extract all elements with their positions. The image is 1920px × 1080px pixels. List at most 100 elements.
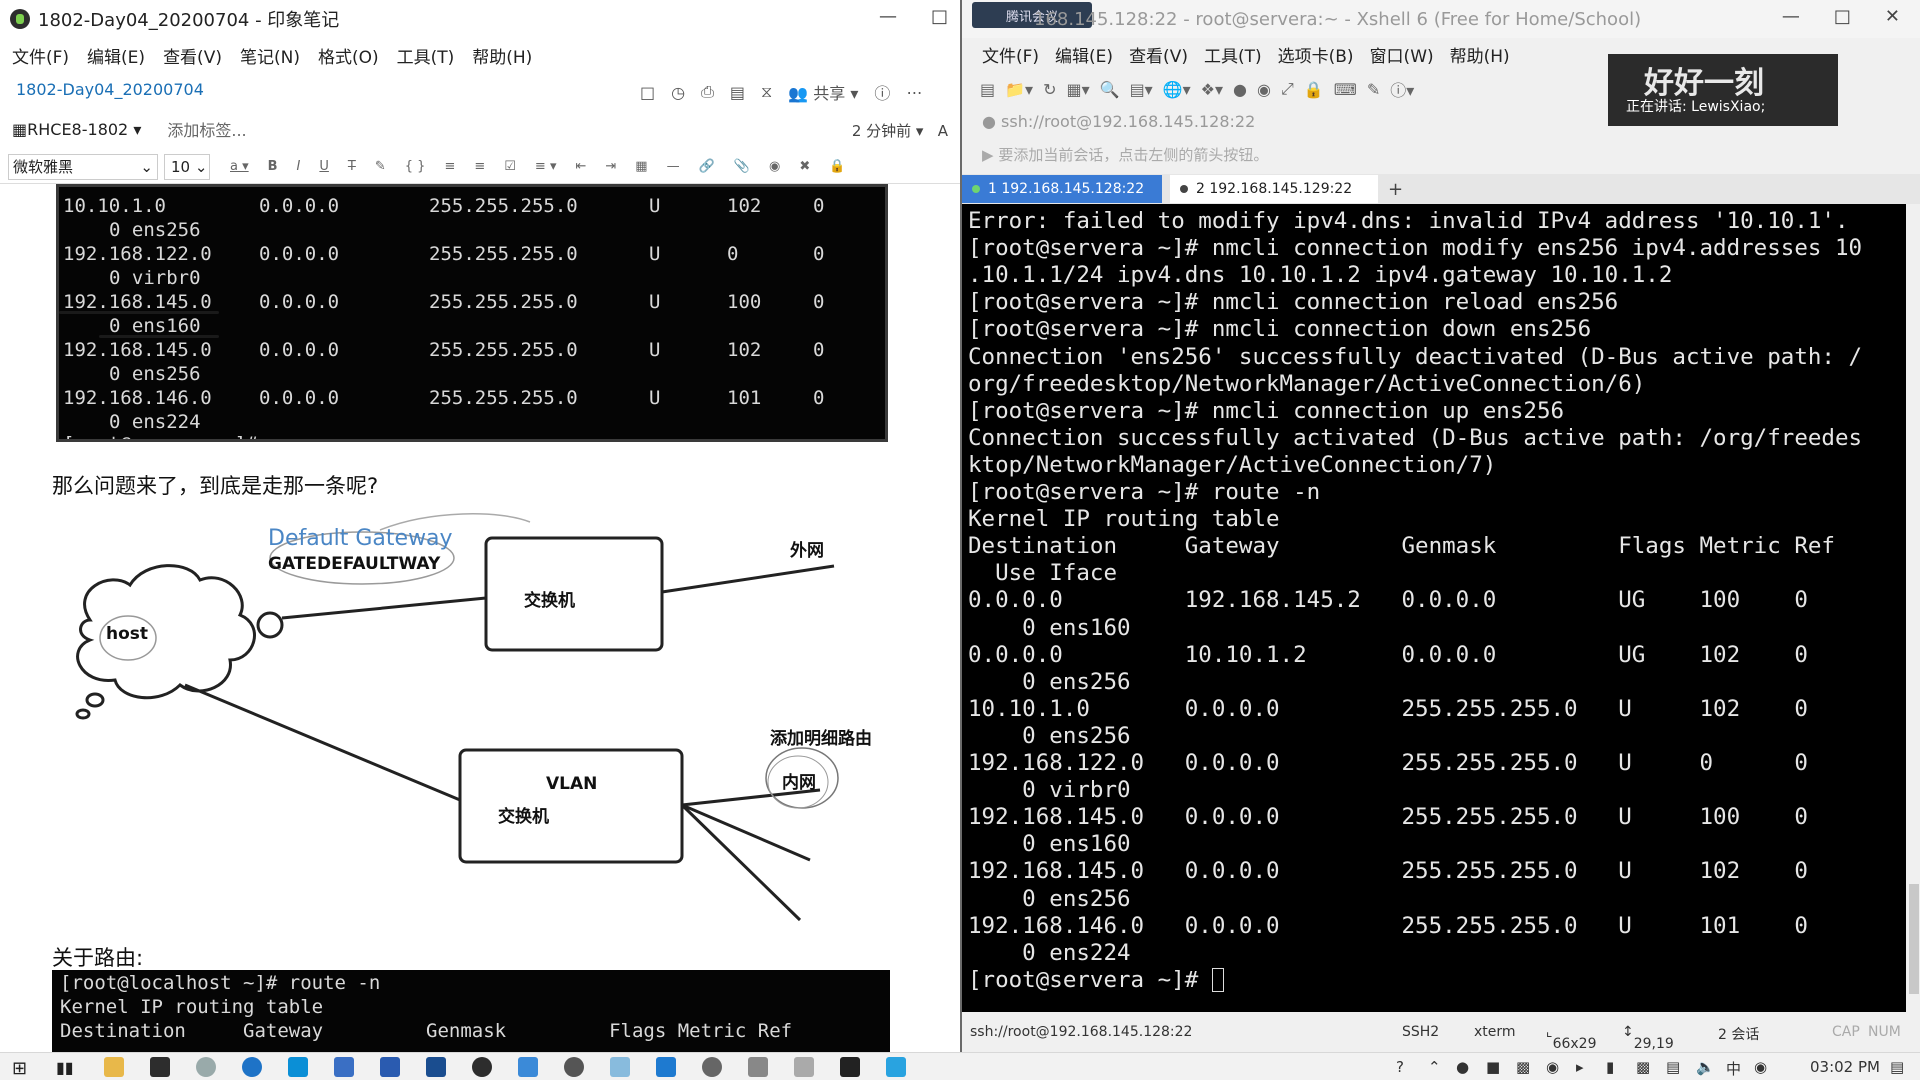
menu-file[interactable]: 文件(F) <box>982 42 1039 67</box>
evernote-taskbar-icon[interactable] <box>472 1057 492 1077</box>
highlight-icon[interactable]: ✎ <box>375 159 386 174</box>
app-icon[interactable] <box>886 1057 906 1077</box>
terminal-scrollbar[interactable] <box>1906 204 1920 1012</box>
clear-format-icon[interactable]: ✖ <box>799 159 810 174</box>
font-size-select[interactable]: 10 ⌄ <box>164 153 210 180</box>
keyboard-icon[interactable]: ⌨ <box>1334 80 1357 99</box>
table-icon[interactable]: ▦ <box>635 159 647 174</box>
close-button[interactable]: ✕ <box>1885 6 1900 27</box>
clock[interactable]: 03:02 PM <box>1810 1058 1880 1076</box>
app-icon[interactable] <box>334 1057 354 1077</box>
chevron-up-icon[interactable]: ⌃ <box>1428 1058 1441 1076</box>
new-session-icon[interactable]: ▤ <box>980 80 995 99</box>
tray-app-icon[interactable]: ■ <box>1486 1058 1500 1076</box>
file-explorer-icon[interactable] <box>104 1057 124 1077</box>
italic-icon[interactable]: I <box>297 159 301 174</box>
share-nodes-icon[interactable]: ⧖ <box>761 82 772 102</box>
present-icon[interactable]: ▤ <box>730 83 745 102</box>
app-icon[interactable] <box>794 1057 814 1077</box>
app-icon[interactable] <box>518 1057 538 1077</box>
menu-tools[interactable]: 工具(T) <box>1204 42 1262 67</box>
align-icon[interactable]: ≡ ▾ <box>535 159 557 174</box>
browser-icon[interactable] <box>196 1057 216 1077</box>
app-icon[interactable] <box>150 1057 170 1077</box>
menu-edit[interactable]: 编辑(E) <box>87 43 145 68</box>
menu-tools[interactable]: 工具(T) <box>397 43 455 68</box>
tray-app-icon[interactable]: ● <box>1456 1058 1469 1076</box>
add-tab-button[interactable]: + <box>1388 179 1403 200</box>
battery-icon[interactable]: ▩ <box>1636 1058 1650 1076</box>
edge-icon[interactable] <box>242 1057 262 1077</box>
maximize-button[interactable]: □ <box>931 6 948 27</box>
attach-icon[interactable]: 📎 <box>734 159 750 174</box>
search-icon[interactable]: 🔍 <box>1100 80 1120 99</box>
add-tag-input[interactable]: 添加标签... <box>167 117 246 141</box>
divider-icon[interactable]: — <box>667 159 680 174</box>
menu-file[interactable]: 文件(F) <box>12 43 69 68</box>
print-icon[interactable]: ⎙ <box>701 82 714 102</box>
xshell-taskbar-icon[interactable] <box>426 1057 446 1077</box>
info-icon[interactable]: ⓘ <box>874 80 890 104</box>
font-icon[interactable]: ▤▾ <box>1130 80 1153 99</box>
outdent-icon[interactable]: ⇤ <box>575 159 586 174</box>
transfer-icon[interactable]: ● <box>1233 80 1247 99</box>
app-icon[interactable] <box>656 1057 676 1077</box>
globe-icon[interactable]: 🌐▾ <box>1163 80 1191 99</box>
link-icon[interactable]: 🔗 <box>699 159 715 174</box>
lock-icon[interactable]: 🔒 <box>1304 80 1324 99</box>
menu-note[interactable]: 笔记(N) <box>240 43 300 68</box>
app-icon[interactable] <box>748 1057 768 1077</box>
settings-icon[interactable] <box>702 1057 722 1077</box>
menu-help[interactable]: 帮助(H) <box>472 43 532 68</box>
strikethrough-icon[interactable]: T <box>348 159 356 174</box>
tray-app-icon[interactable]: ◉ <box>1546 1058 1559 1076</box>
numbered-list-icon[interactable]: ≡ <box>474 159 485 174</box>
windows-start-icon[interactable]: ⊞ <box>12 1058 27 1079</box>
menu-help[interactable]: 帮助(H) <box>1450 42 1510 67</box>
minimize-button[interactable]: — <box>1782 6 1800 27</box>
ime-icon[interactable]: 中 <box>1726 1058 1741 1079</box>
address-bar[interactable]: ● ssh://root@192.168.145.128:22 <box>982 112 1255 131</box>
share-button[interactable]: 👥 共享 ▾ <box>788 80 858 104</box>
reminder-icon[interactable]: ◷ <box>671 83 685 102</box>
terminal-icon[interactable] <box>840 1057 860 1077</box>
font-color-icon[interactable]: a ▾ <box>230 159 249 174</box>
tab-session-2[interactable]: 2 192.168.145.129:22 <box>1170 175 1378 203</box>
terminal-output[interactable]: Error: failed to modify ipv4.dns: invali… <box>962 204 1906 1012</box>
app-icon[interactable] <box>610 1057 630 1077</box>
tray-app-icon[interactable]: ▸ <box>1576 1058 1584 1076</box>
open-folder-icon[interactable]: 📁▾ <box>1005 80 1033 99</box>
more-icon[interactable]: ⋯ <box>906 83 922 102</box>
menu-edit[interactable]: 编辑(E) <box>1055 42 1113 67</box>
network-icon[interactable]: ▤ <box>1666 1058 1680 1076</box>
fullscreen-icon[interactable]: ⤢ <box>1281 79 1294 99</box>
menu-view[interactable]: 查看(V) <box>163 43 222 68</box>
checkbox-icon[interactable]: ☑ <box>504 159 516 174</box>
microphone-icon[interactable]: ▮ <box>1606 1058 1614 1076</box>
tray-app-icon[interactable]: ◉ <box>1754 1058 1767 1076</box>
scrollbar-thumb[interactable] <box>1909 884 1919 994</box>
compose-icon[interactable]: ✎ <box>1367 80 1380 99</box>
minimize-button[interactable]: — <box>879 6 897 27</box>
reconnect-icon[interactable]: ↻ <box>1043 80 1056 99</box>
clip-icon[interactable]: □ <box>640 83 655 102</box>
record-icon[interactable]: ◉ <box>769 159 780 174</box>
record-icon[interactable]: ◉ <box>1257 80 1271 99</box>
note-title[interactable]: 1802-Day04_20200704 <box>16 80 204 99</box>
task-view-icon[interactable]: ▮▮ <box>56 1058 74 1077</box>
font-family-select[interactable]: 微软雅黑 ⌄ <box>8 153 158 180</box>
code-icon[interactable]: { } <box>405 159 426 174</box>
menu-view[interactable]: 查看(V) <box>1129 42 1188 67</box>
menu-format[interactable]: 格式(O) <box>318 43 379 68</box>
menu-tabs[interactable]: 选项卡(B) <box>1278 42 1354 67</box>
help-icon[interactable]: ⓘ▾ <box>1390 77 1414 101</box>
app-icon[interactable] <box>564 1057 584 1077</box>
app-icon[interactable] <box>380 1057 400 1077</box>
help-tray-icon[interactable]: ? <box>1396 1058 1404 1076</box>
notifications-icon[interactable]: ▤ <box>1890 1058 1904 1076</box>
maximize-button[interactable]: □ <box>1834 6 1851 27</box>
indent-icon[interactable]: ⇥ <box>605 159 616 174</box>
tray-app-icon[interactable]: ▩ <box>1516 1058 1530 1076</box>
encrypt-icon[interactable]: 🔒 <box>829 159 845 174</box>
bullet-list-icon[interactable]: ≡ <box>444 159 455 174</box>
